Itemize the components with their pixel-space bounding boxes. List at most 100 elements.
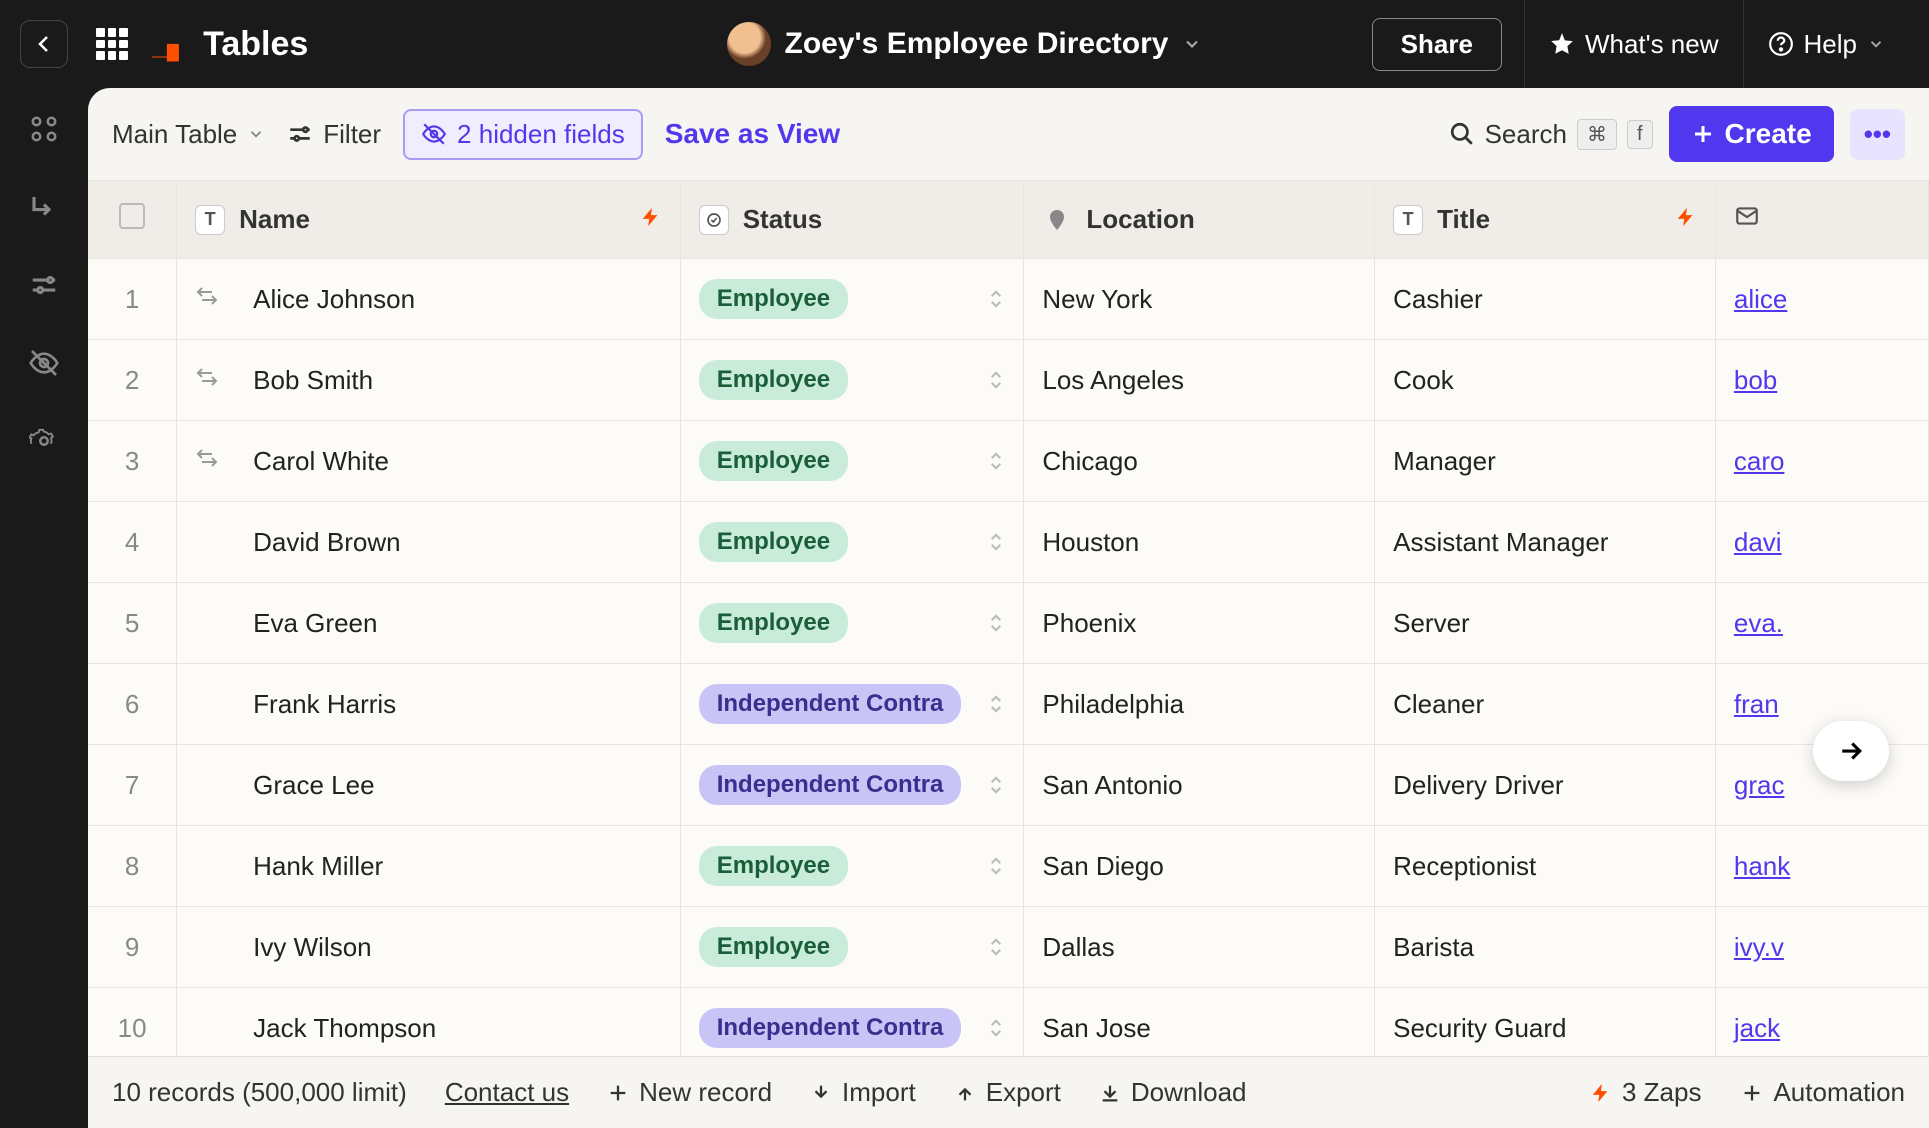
cell-title[interactable]: Cashier [1375,259,1716,340]
cell-email[interactable]: hank [1715,826,1928,907]
cell-status[interactable]: Independent Contra [680,664,1024,745]
zaps-button[interactable]: 3 Zaps [1590,1077,1702,1108]
table-row[interactable]: 2 Bob Smith Employee Los Angeles Cook bo… [88,340,1929,421]
cell-name[interactable]: Grace Lee [177,745,681,826]
cell-title[interactable]: Manager [1375,421,1716,502]
status-stepper[interactable] [987,937,1005,957]
filter-button[interactable]: Filter [287,119,381,150]
header-email[interactable] [1715,181,1928,259]
contact-us-link[interactable]: Contact us [445,1077,569,1108]
cell-location[interactable]: Philadelphia [1024,664,1375,745]
cell-name[interactable]: Carol White [177,421,681,502]
sidebar-item-flow[interactable] [27,190,61,224]
apps-grid-icon[interactable] [96,28,128,60]
table-row[interactable]: 3 Carol White Employee Chicago Manager c… [88,421,1929,502]
status-stepper[interactable] [987,613,1005,633]
cell-status[interactable]: Employee [680,421,1024,502]
cell-location[interactable]: Houston [1024,502,1375,583]
automation-button[interactable]: Automation [1741,1077,1905,1108]
cell-location[interactable]: Los Angeles [1024,340,1375,421]
sidebar-item-settings[interactable] [27,424,61,458]
cell-status[interactable]: Independent Contra [680,745,1024,826]
status-stepper[interactable] [987,694,1005,714]
cell-title[interactable]: Cook [1375,340,1716,421]
cell-status[interactable]: Employee [680,583,1024,664]
cell-title[interactable]: Server [1375,583,1716,664]
save-as-view-button[interactable]: Save as View [665,118,840,150]
sidebar-item-hidden[interactable] [27,346,61,380]
table-row[interactable]: 6 Frank Harris Independent Contra Philad… [88,664,1929,745]
status-stepper[interactable] [987,856,1005,876]
cell-email[interactable]: alice [1715,259,1928,340]
status-stepper[interactable] [987,451,1005,471]
cell-title[interactable]: Receptionist [1375,826,1716,907]
cell-name[interactable]: Eva Green [177,583,681,664]
cell-title[interactable]: Security Guard [1375,988,1716,1057]
status-stepper[interactable] [987,775,1005,795]
download-button[interactable]: Download [1099,1077,1247,1108]
cell-name[interactable]: Ivy Wilson [177,907,681,988]
export-button[interactable]: Export [954,1077,1061,1108]
cell-name[interactable]: Jack Thompson [177,988,681,1057]
header-title[interactable]: T Title [1375,181,1716,259]
cell-location[interactable]: San Antonio [1024,745,1375,826]
cell-status[interactable]: Employee [680,907,1024,988]
header-status[interactable]: Status [680,181,1024,259]
share-button[interactable]: Share [1372,18,1502,71]
view-selector[interactable]: Main Table [112,119,265,150]
cell-title[interactable]: Barista [1375,907,1716,988]
status-stepper[interactable] [987,370,1005,390]
cell-email[interactable]: ivy.v [1715,907,1928,988]
cell-location[interactable]: San Jose [1024,988,1375,1057]
create-button[interactable]: Create [1669,106,1834,162]
cell-status[interactable]: Employee [680,340,1024,421]
cell-name[interactable]: Alice Johnson [177,259,681,340]
cell-location[interactable]: Phoenix [1024,583,1375,664]
cell-status[interactable]: Independent Contra [680,988,1024,1057]
cell-status[interactable]: Employee [680,502,1024,583]
scroll-right-button[interactable] [1813,721,1889,781]
cell-location[interactable]: New York [1024,259,1375,340]
table-row[interactable]: 1 Alice Johnson Employee New York Cashie… [88,259,1929,340]
status-stepper[interactable] [987,532,1005,552]
whats-new-button[interactable]: What's new [1524,0,1743,88]
cell-title[interactable]: Delivery Driver [1375,745,1716,826]
new-record-button[interactable]: New record [607,1077,772,1108]
cell-name[interactable]: Bob Smith [177,340,681,421]
cell-title[interactable]: Assistant Manager [1375,502,1716,583]
cell-email[interactable]: bob [1715,340,1928,421]
table-row[interactable]: 5 Eva Green Employee Phoenix Server eva. [88,583,1929,664]
table-row[interactable]: 4 David Brown Employee Houston Assistant… [88,502,1929,583]
cell-location[interactable]: San Diego [1024,826,1375,907]
hidden-fields-button[interactable]: 2 hidden fields [403,109,643,160]
sidebar-item-sliders[interactable] [27,268,61,302]
sidebar-item-relations[interactable] [27,112,61,146]
cell-email[interactable]: eva. [1715,583,1928,664]
cell-status[interactable]: Employee [680,826,1024,907]
cell-name[interactable]: Hank Miller [177,826,681,907]
import-button[interactable]: Import [810,1077,916,1108]
cell-location[interactable]: Chicago [1024,421,1375,502]
help-button[interactable]: Help [1743,0,1909,88]
cell-email[interactable]: jack [1715,988,1928,1057]
cell-name[interactable]: Frank Harris [177,664,681,745]
header-location[interactable]: Location [1024,181,1375,259]
status-stepper[interactable] [987,1018,1005,1038]
table-row[interactable]: 10 Jack Thompson Independent Contra San … [88,988,1929,1057]
status-stepper[interactable] [987,289,1005,309]
table-row[interactable]: 7 Grace Lee Independent Contra San Anton… [88,745,1929,826]
search-button[interactable]: Search ⌘ f [1449,119,1653,150]
cell-title[interactable]: Cleaner [1375,664,1716,745]
table-title-area[interactable]: Zoey's Employee Directory [727,22,1203,66]
back-button[interactable] [20,20,68,68]
cell-email[interactable]: caro [1715,421,1928,502]
cell-email[interactable]: davi [1715,502,1928,583]
more-options-button[interactable]: ••• [1850,109,1905,160]
table-row[interactable]: 9 Ivy Wilson Employee Dallas Barista ivy… [88,907,1929,988]
cell-location[interactable]: Dallas [1024,907,1375,988]
header-checkbox[interactable] [88,181,177,259]
cell-name[interactable]: David Brown [177,502,681,583]
table-row[interactable]: 8 Hank Miller Employee San Diego Recepti… [88,826,1929,907]
cell-status[interactable]: Employee [680,259,1024,340]
header-name[interactable]: T Name [177,181,681,259]
